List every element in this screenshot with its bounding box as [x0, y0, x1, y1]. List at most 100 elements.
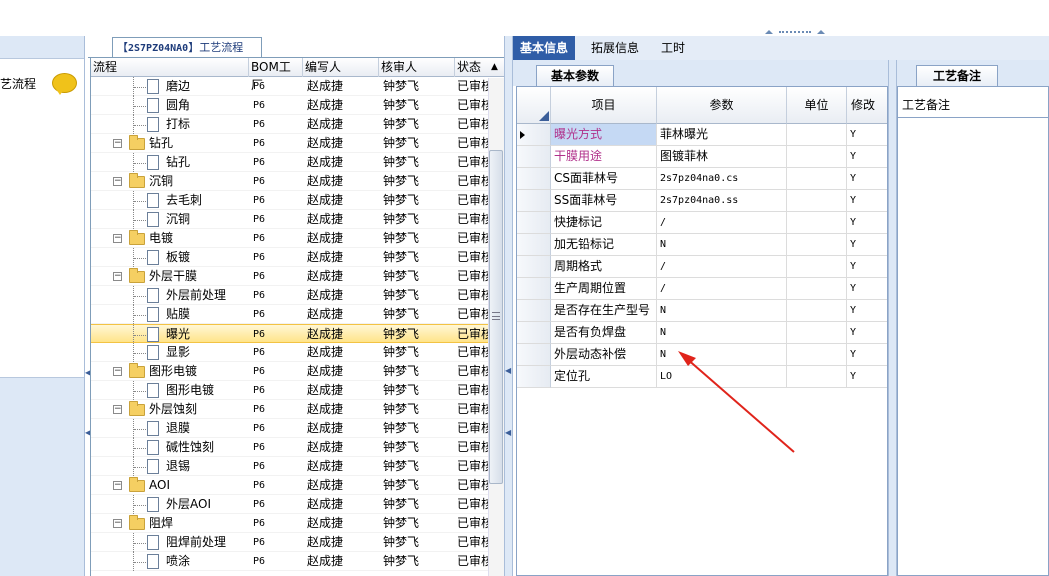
table-row[interactable]: 外层AOI P6 赵成捷 钟梦飞 已审核 — [91, 495, 489, 514]
tree-expander-icon[interactable]: − — [113, 519, 122, 528]
table-row[interactable]: 喷涂 P6 赵成捷 钟梦飞 已审核 — [91, 552, 489, 571]
chat-bubble-icon[interactable] — [52, 73, 77, 95]
tree-expander-icon[interactable]: − — [113, 272, 122, 281]
cell-value[interactable]: N — [657, 322, 787, 344]
vertical-splitter[interactable]: ◀ ◀ — [504, 36, 513, 576]
table-row[interactable]: 外层动态补偿 N Y — [517, 344, 887, 366]
param-header-unit[interactable]: 单位 — [787, 87, 847, 124]
cell-value[interactable]: / — [657, 256, 787, 278]
table-row[interactable]: 显影 P6 赵成捷 钟梦飞 已审核 — [91, 343, 489, 362]
cell-value[interactable]: N — [657, 234, 787, 256]
cell-value[interactable]: 图镀菲林 — [657, 146, 787, 168]
document-icon — [147, 440, 159, 455]
tab-work-hours[interactable]: 工时 — [654, 36, 692, 60]
table-row[interactable]: 曝光方式 菲林曝光 Y — [517, 124, 887, 146]
table-row[interactable]: − 沉铜 P6 赵成捷 钟梦飞 已审核 — [91, 172, 489, 191]
tree-expander-icon[interactable]: − — [113, 367, 122, 376]
table-row[interactable]: 钻孔 P6 赵成捷 钟梦飞 已审核 — [91, 153, 489, 172]
tab-basic-params[interactable]: 基本参数 — [536, 65, 614, 86]
table-row[interactable]: − 外层蚀刻 P6 赵成捷 钟梦飞 已审核 — [91, 400, 489, 419]
folder-icon — [129, 268, 145, 283]
table-row[interactable]: 外层前处理 P6 赵成捷 钟梦飞 已审核 — [91, 286, 489, 305]
cell-value[interactable]: LO — [657, 366, 787, 388]
cell-value[interactable]: 2s7pz04na0.cs — [657, 168, 787, 190]
row-indicator[interactable] — [517, 300, 551, 322]
table-row[interactable]: 生产周期位置 / Y — [517, 278, 887, 300]
table-row[interactable]: 退锡 P6 赵成捷 钟梦飞 已审核 — [91, 457, 489, 476]
table-row[interactable]: 打标 P6 赵成捷 钟梦飞 已审核 — [91, 115, 489, 134]
table-row[interactable]: 快捷标记 / Y — [517, 212, 887, 234]
table-row[interactable]: 贴膜 P6 赵成捷 钟梦飞 已审核 — [91, 305, 489, 324]
table-row[interactable]: − AOI P6 赵成捷 钟梦飞 已审核 — [91, 476, 489, 495]
select-all-corner-icon[interactable] — [539, 111, 549, 121]
table-row[interactable]: 退膜 P6 赵成捷 钟梦飞 已审核 — [91, 419, 489, 438]
table-row[interactable]: 周期格式 / Y — [517, 256, 887, 278]
table-row[interactable]: 沉铜 P6 赵成捷 钟梦飞 已审核 — [91, 210, 489, 229]
tab-process-notes[interactable]: 工艺备注 — [916, 65, 998, 86]
cell-value[interactable]: / — [657, 212, 787, 234]
col-header-reviewer[interactable]: 核审人 — [379, 58, 455, 77]
parameter-grid[interactable]: 项目 参数 单位 修改 曝光方式 菲林曝光 Y 干膜用途 图镀菲林 Y CS面菲林号 2s7p… — [516, 86, 888, 576]
tree-expander-icon[interactable]: − — [113, 177, 122, 186]
table-row-selected[interactable]: 曝光 P6 赵成捷 钟梦飞 已审核 — [91, 324, 489, 344]
cell-value[interactable]: / — [657, 278, 787, 300]
table-row[interactable]: 图形电镀 P6 赵成捷 钟梦飞 已审核 — [91, 381, 489, 400]
table-row[interactable]: − 电镀 P6 赵成捷 钟梦飞 已审核 — [91, 229, 489, 248]
param-header-value[interactable]: 参数 — [657, 87, 787, 124]
row-indicator[interactable] — [517, 322, 551, 344]
row-indicator[interactable] — [517, 278, 551, 300]
tab-process-flow[interactable]: 【2S7PZ04NA0】工艺流程 — [112, 37, 262, 57]
row-indicator[interactable] — [517, 146, 551, 168]
process-notes-panel[interactable]: 工艺备注 — [897, 86, 1049, 576]
row-indicator[interactable] — [517, 190, 551, 212]
col-header-flow[interactable]: 流程 — [91, 58, 249, 77]
tree-expander-icon[interactable]: − — [113, 139, 122, 148]
table-row[interactable]: 是否有负焊盘 N Y — [517, 322, 887, 344]
table-row[interactable]: − 阻焊 P6 赵成捷 钟梦飞 已审核 — [91, 514, 489, 533]
row-indicator[interactable] — [517, 168, 551, 190]
tree-expander-icon[interactable]: − — [113, 481, 122, 490]
process-tree-grid[interactable]: 流程 BOM工厂 编写人 核审人 状态▲ 磨边P6赵成捷钟梦飞已审核圆角P6赵成… — [90, 58, 504, 576]
cell-value[interactable]: N — [657, 344, 787, 366]
table-row[interactable]: 去毛刺 P6 赵成捷 钟梦飞 已审核 — [91, 191, 489, 210]
table-row[interactable]: SS面菲林号 2s7pz04na0.ss Y — [517, 190, 887, 212]
row-indicator[interactable] — [517, 344, 551, 366]
tree-expander-icon[interactable]: − — [113, 234, 122, 243]
cell-value[interactable]: N — [657, 300, 787, 322]
col-header-writer[interactable]: 编写人 — [303, 58, 379, 77]
row-indicator[interactable] — [517, 124, 551, 146]
table-row[interactable]: 碱性蚀刻 P6 赵成捷 钟梦飞 已审核 — [91, 438, 489, 457]
table-row[interactable]: 阻焊前处理 P6 赵成捷 钟梦飞 已审核 — [91, 533, 489, 552]
cell-item: 是否存在生产型号 — [551, 300, 657, 322]
splitter-left-arrow-icon[interactable]: ◀ — [505, 366, 511, 375]
table-row[interactable]: 板镀 P6 赵成捷 钟梦飞 已审核 — [91, 248, 489, 267]
table-row[interactable]: − 外层干膜 P6 赵成捷 钟梦飞 已审核 — [91, 267, 489, 286]
tab-basic-info[interactable]: 基本信息 — [513, 36, 576, 60]
vertical-splitter-2[interactable] — [888, 60, 897, 576]
param-header-edit[interactable]: 修改 — [847, 87, 887, 124]
table-row[interactable]: − 钻孔 P6 赵成捷 钟梦飞 已审核 — [91, 134, 489, 153]
tab-extended-info[interactable]: 拓展信息 — [584, 36, 646, 60]
table-row[interactable]: 定位孔 LO Y — [517, 366, 887, 388]
table-row[interactable]: 干膜用途 图镀菲林 Y — [517, 146, 887, 168]
param-header-item[interactable]: 项目 — [551, 87, 657, 124]
table-row[interactable]: 是否存在生产型号 N Y — [517, 300, 887, 322]
cell-value[interactable]: 菲林曝光 — [657, 124, 787, 146]
cell-value[interactable]: 2s7pz04na0.ss — [657, 190, 787, 212]
splitter-left-arrow-icon-2[interactable]: ◀ — [505, 428, 511, 437]
table-row[interactable]: CS面菲林号 2s7pz04na0.cs Y — [517, 168, 887, 190]
col-header-bom[interactable]: BOM工厂 — [249, 58, 303, 92]
row-indicator[interactable] — [517, 366, 551, 388]
cell-bom-factory: P6 — [253, 309, 266, 320]
cell-unit — [787, 278, 847, 300]
table-row[interactable]: 圆角 P6 赵成捷 钟梦飞 已审核 — [91, 96, 489, 115]
table-row[interactable]: − 图形电镀 P6 赵成捷 钟梦飞 已审核 — [91, 362, 489, 381]
row-indicator[interactable] — [517, 234, 551, 256]
table-row[interactable]: 加无铅标记 N Y — [517, 234, 887, 256]
table-row[interactable]: 磨边 P6 赵成捷 钟梦飞 已审核 — [91, 77, 489, 96]
row-indicator[interactable] — [517, 212, 551, 234]
tree-branch-line — [134, 505, 146, 506]
col-header-status[interactable]: 状态 ▲ — [455, 58, 504, 77]
tree-expander-icon[interactable]: − — [113, 405, 122, 414]
row-indicator[interactable] — [517, 256, 551, 278]
